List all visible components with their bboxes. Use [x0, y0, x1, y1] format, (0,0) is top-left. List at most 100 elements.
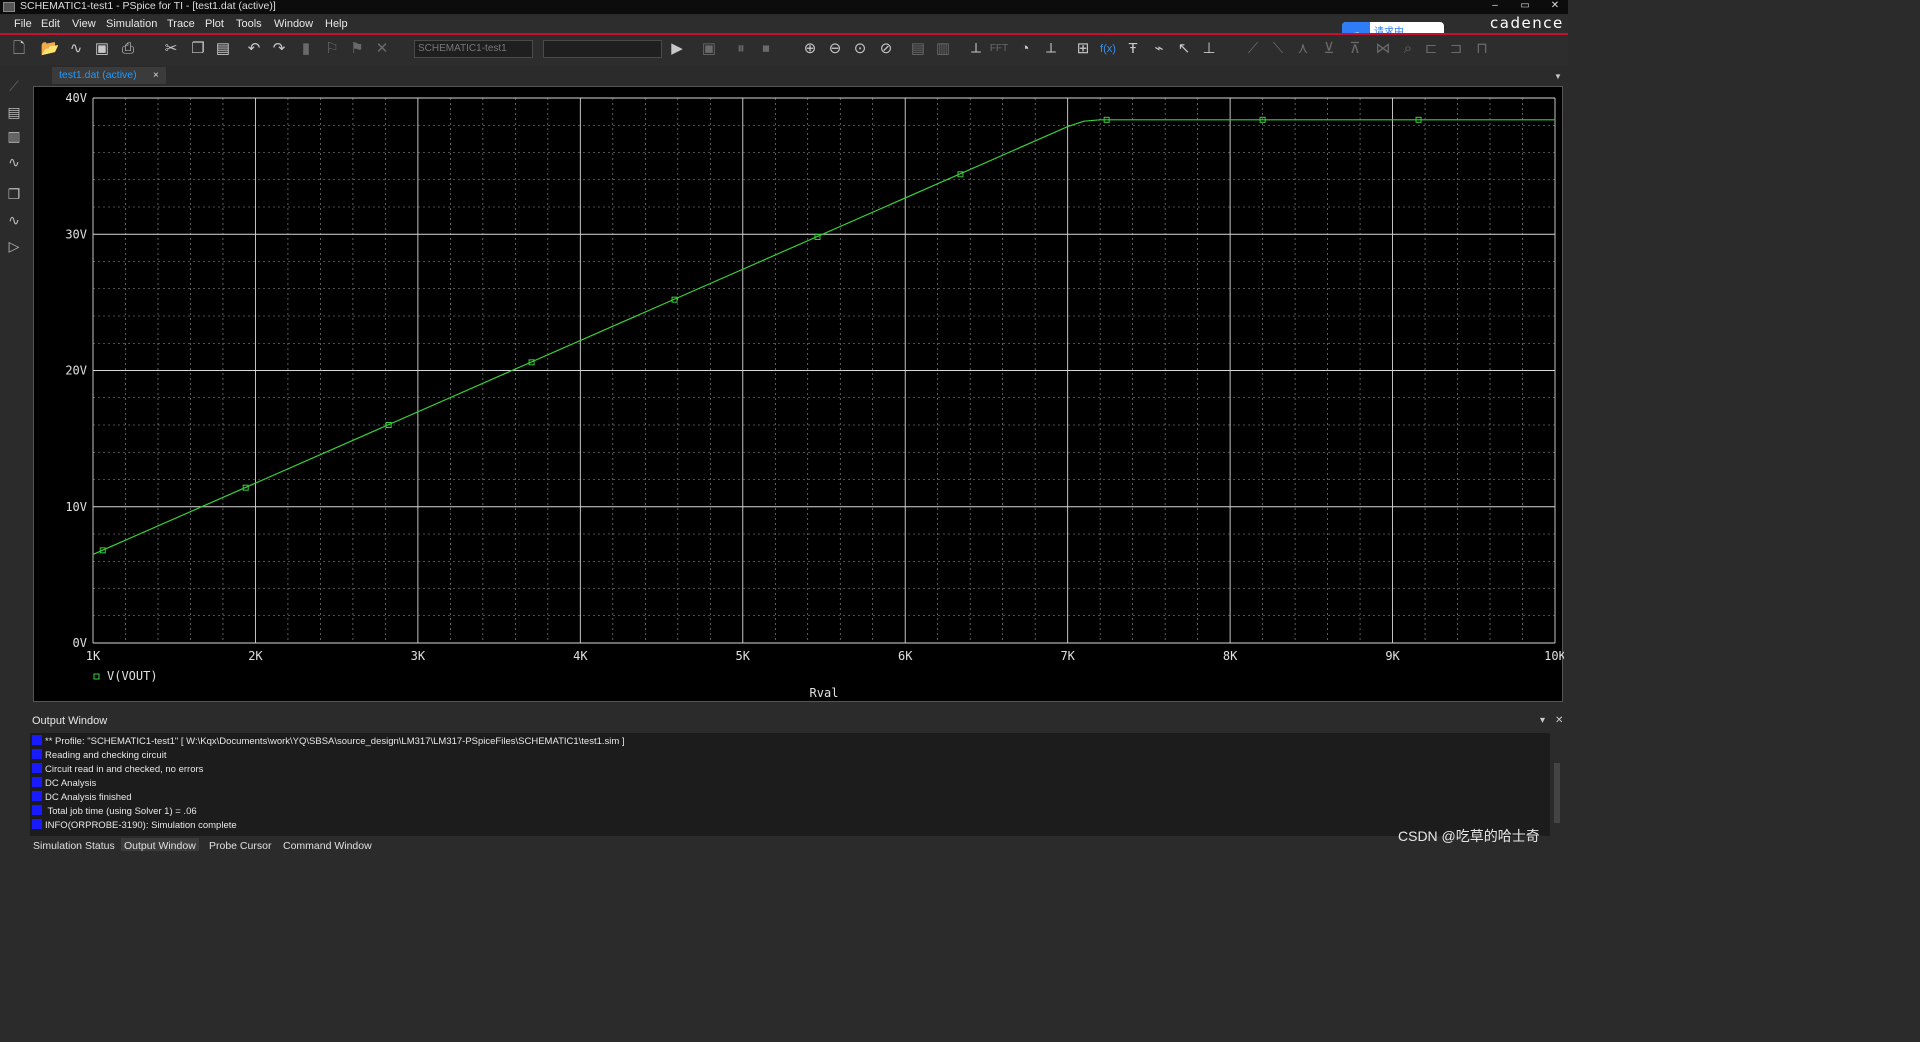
marker-clear-icon[interactable]: ⚑	[347, 40, 367, 58]
x-tick-label: 3K	[411, 649, 426, 663]
print-icon[interactable]: ⎙	[118, 40, 138, 58]
save-icon[interactable]: ▣	[92, 40, 112, 58]
profile-icon[interactable]: ▤	[4, 102, 24, 122]
probe-plot-window[interactable]: 1K 2K 3K 4K 5K 6K 7K 8K 9K 10K 0V 10V 20V 30V 40V Rval V…	[33, 86, 1564, 702]
save-data-icon[interactable]: ▣	[699, 40, 719, 58]
menu-edit[interactable]: Edit	[41, 16, 60, 33]
log-line: Total job time (using Solver 1) = .06	[32, 805, 197, 819]
zoom-fit-icon[interactable]: ⊙	[850, 40, 870, 58]
tab-test1-dat[interactable]: test1.dat (active) ×	[52, 67, 166, 84]
fft-button[interactable]: FFT	[988, 40, 1010, 58]
new-file-icon[interactable]: 🗋	[9, 40, 29, 58]
close-button[interactable]: ✕	[1548, 0, 1562, 12]
pause-icon[interactable]: ⏸	[731, 40, 751, 58]
tab-overflow-icon[interactable]: ▼	[1548, 68, 1568, 82]
tab-command-window[interactable]: Command Window	[280, 838, 375, 852]
redo-icon[interactable]: ↷	[269, 40, 289, 58]
minimize-button[interactable]: –	[1488, 0, 1502, 12]
performance-icon[interactable]: ◔	[1015, 40, 1035, 58]
info-icon	[32, 735, 42, 745]
probe-search-icon[interactable]: ∿	[4, 152, 24, 172]
ruler-icon[interactable]: ⊥	[1199, 40, 1219, 58]
probe-settings-icon[interactable]: ∿	[4, 210, 24, 230]
select-icon[interactable]: ↖	[1174, 40, 1194, 58]
x-tick-label: 4K	[573, 649, 588, 663]
documents-icon[interactable]: ▥	[933, 40, 953, 58]
menu-file[interactable]: File	[14, 16, 32, 33]
cursor-min-icon[interactable]: ⊻	[1319, 40, 1339, 58]
run-icon[interactable]: ▶	[667, 40, 687, 58]
tab-simulation-status[interactable]: Simulation Status	[30, 838, 118, 852]
scrollbar-thumb[interactable]	[1554, 763, 1560, 823]
x-tick-label: 7K	[1060, 649, 1075, 663]
bookmark-icon[interactable]: ▮	[296, 40, 316, 58]
cursor-max-icon[interactable]: ⊼	[1345, 40, 1365, 58]
output-window-menu-icon[interactable]: ▾	[1540, 715, 1545, 726]
waveform-icon[interactable]: ∿	[66, 40, 86, 58]
cursor-search-icon[interactable]: ⌕	[1398, 40, 1418, 58]
output-window[interactable]: ** Profile: "SCHEMATIC1-test1" [ W:\Kqx\…	[30, 733, 1550, 836]
text-label-icon[interactable]: Ŧ	[1123, 40, 1143, 58]
document-icon[interactable]: ▤	[908, 40, 928, 58]
zoom-out-icon[interactable]: ⊖	[825, 40, 845, 58]
x-tick-label: 5K	[736, 649, 751, 663]
log-line: Reading and checking circuit	[32, 749, 166, 763]
cursor-slope-icon[interactable]: ⋏	[1293, 40, 1313, 58]
info-icon	[32, 749, 42, 759]
tab-close-icon[interactable]: ×	[153, 67, 159, 84]
cursor-point-icon[interactable]: ⋈	[1373, 40, 1393, 58]
undo-icon[interactable]: ↶	[244, 40, 264, 58]
info-icon	[32, 791, 42, 801]
pin-icon[interactable]: ⟋	[4, 76, 24, 96]
zoom-area-icon[interactable]: ⊘	[876, 40, 896, 58]
paste-icon[interactable]: ▤	[213, 40, 233, 58]
stop-icon[interactable]: ⏹	[756, 40, 776, 58]
axis-x-icon[interactable]: ⟂	[1041, 40, 1061, 58]
run-settings-icon[interactable]: ▷	[4, 236, 24, 256]
tab-output-window[interactable]: Output Window	[121, 838, 199, 852]
cursor-next-icon[interactable]: ⊏	[1421, 40, 1441, 58]
marker-icon[interactable]: ⚐	[322, 40, 342, 58]
tab-label: test1.dat (active)	[59, 69, 137, 81]
cursor-peak-icon[interactable]: ⟋	[1243, 40, 1263, 58]
series-line-vout	[92, 119, 1555, 555]
cursor-trough-icon[interactable]: ⟍	[1268, 40, 1288, 58]
y-tick-label: 0V	[73, 636, 87, 650]
cut-icon[interactable]: ✂	[161, 40, 181, 58]
menu-tools[interactable]: Tools	[236, 16, 262, 33]
windows-icon[interactable]: ❐	[4, 184, 24, 204]
menu-simulation[interactable]: Simulation	[106, 16, 157, 33]
menu-plot[interactable]: Plot	[205, 16, 224, 33]
tab-probe-cursor[interactable]: Probe Cursor	[206, 838, 274, 852]
info-icon	[32, 763, 42, 773]
app-icon	[3, 2, 15, 12]
output-scrollbar[interactable]	[1552, 735, 1562, 835]
output-window-close-icon[interactable]: ✕	[1555, 715, 1563, 726]
add-trace-icon[interactable]: ⊞	[1073, 40, 1093, 58]
copy-icon[interactable]: ❐	[188, 40, 208, 58]
open-folder-icon[interactable]: 📂	[40, 40, 60, 58]
info-icon	[32, 819, 42, 829]
zoom-in-icon[interactable]: ⊕	[800, 40, 820, 58]
cursor-label-icon[interactable]: ⊓	[1472, 40, 1492, 58]
tab-strip	[30, 67, 1568, 84]
vout-line-chart: 1K 2K 3K 4K 5K 6K 7K 8K 9K 10K 0V 10V 20V 30V 40V Rval V…	[65, 91, 1564, 700]
cursor-trace-icon[interactable]: ⌁	[1149, 40, 1169, 58]
legend-marker	[93, 673, 100, 680]
brand-logo: cadence	[1490, 14, 1564, 32]
menu-trace[interactable]: Trace	[167, 16, 195, 33]
function-button[interactable]: f(x)	[1097, 40, 1119, 58]
cursor-mark-icon[interactable]: ⊐	[1446, 40, 1466, 58]
axis-y-icon[interactable]: ⟂	[966, 40, 986, 58]
menu-help[interactable]: Help	[325, 16, 348, 33]
menu-view[interactable]: View	[72, 16, 96, 33]
profile-combo[interactable]: SCHEMATIC1-test1	[414, 40, 533, 58]
menu-bar: File Edit View Simulation Trace Plot Too…	[0, 16, 1568, 33]
simulation-combo[interactable]	[543, 40, 662, 58]
legend-label: V(VOUT)	[107, 669, 158, 683]
restore-button[interactable]: ▭	[1518, 0, 1532, 12]
menu-window[interactable]: Window	[274, 16, 313, 33]
edit-profile-icon[interactable]: ▥	[4, 126, 24, 146]
title-bar: SCHEMATIC1-test1 - PSpice for TI - [test…	[0, 0, 1568, 14]
delete-marker-icon[interactable]: ✕	[372, 40, 392, 58]
